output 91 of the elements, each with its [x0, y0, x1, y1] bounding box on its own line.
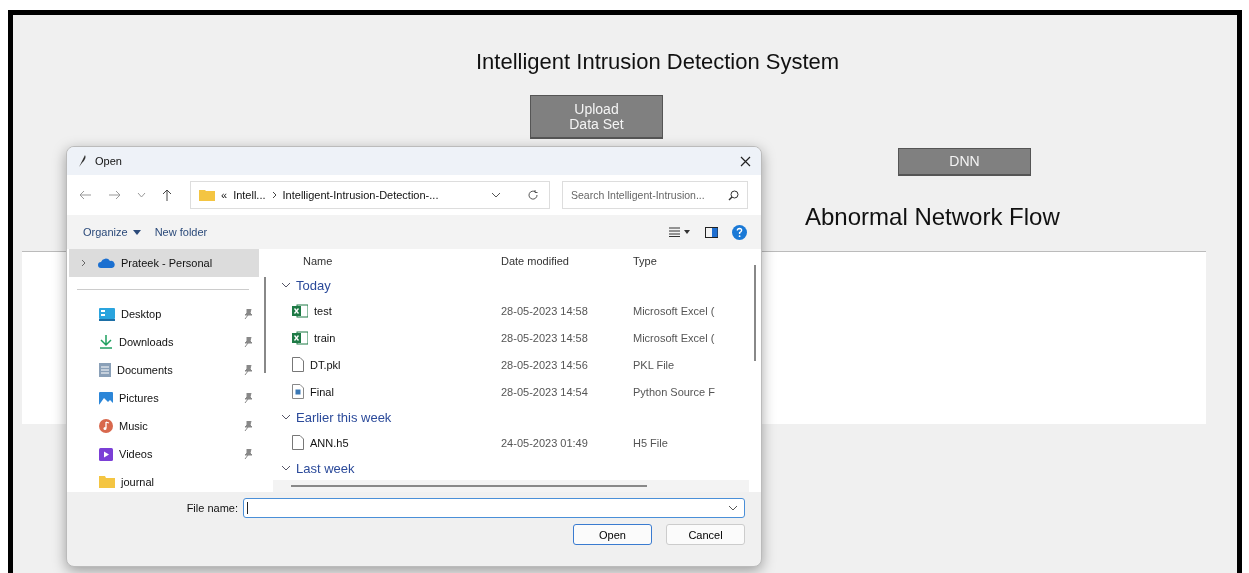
- file-type: H5 File: [632, 436, 669, 449]
- breadcrumb[interactable]: Intell...: [233, 189, 266, 201]
- search-icon: [728, 190, 739, 201]
- file-name-label: File name:: [186, 502, 238, 514]
- open-button[interactable]: Open: [573, 524, 652, 545]
- new-folder-button[interactable]: New folder: [154, 226, 208, 238]
- cloud-icon: [98, 258, 115, 268]
- section-title: Abnormal Network Flow: [805, 203, 1060, 231]
- video-icon: [99, 447, 113, 461]
- chevron-down-icon: [281, 465, 291, 471]
- chevron-down-icon[interactable]: [491, 192, 501, 198]
- chevron-down-icon[interactable]: [728, 505, 738, 511]
- sidebar-item[interactable]: journal: [67, 468, 259, 492]
- image-icon: [99, 391, 113, 405]
- spreadsheet-icon: [292, 303, 308, 318]
- date-modified: 28-05-2023 14:56: [500, 358, 589, 371]
- view-list-icon[interactable]: [669, 227, 691, 237]
- column-header[interactable]: Name: [271, 255, 495, 267]
- caret-icon: [132, 229, 141, 235]
- organize-menu[interactable]: Organize: [83, 226, 141, 238]
- spreadsheet-icon: [292, 330, 308, 345]
- back-arrow-icon[interactable]: [79, 190, 92, 200]
- search-field[interactable]: Search Intelligent-Intrusion...: [562, 181, 748, 209]
- chevron-down-icon: [281, 282, 291, 288]
- folder-icon: [99, 476, 115, 488]
- sidebar-item[interactable]: Pictures: [67, 384, 259, 412]
- app-title: Intelligent Intrusion Detection System: [476, 49, 840, 75]
- group-header[interactable]: Earlier this week: [271, 405, 749, 429]
- date-modified: 28-05-2023 14:58: [500, 331, 589, 344]
- help-icon[interactable]: [732, 224, 747, 240]
- pin-icon: [244, 421, 253, 431]
- sidebar-label: Desktop: [121, 308, 163, 320]
- preview-pane-icon[interactable]: [705, 226, 718, 238]
- dialog-title: Open: [95, 155, 122, 167]
- group-header[interactable]: Last week: [271, 456, 749, 480]
- sidebar-item[interactable]: Videos: [67, 440, 259, 468]
- cancel-button[interactable]: Cancel: [666, 524, 745, 545]
- sidebar-item[interactable]: Prateek - Personal: [69, 249, 259, 277]
- pin-icon: [244, 337, 253, 347]
- document-icon: [99, 363, 111, 377]
- sidebar-label: journal: [121, 476, 156, 488]
- download-arrow-icon: [99, 335, 113, 349]
- chevron-right-icon[interactable]: [81, 259, 86, 267]
- file-type: Microsoft Excel (: [632, 304, 716, 317]
- sidebar-item[interactable]: Documents: [67, 356, 259, 384]
- up-arrow-icon[interactable]: [162, 188, 172, 202]
- path-separator: «: [221, 189, 228, 201]
- music-note-icon: [99, 419, 113, 433]
- pin-icon: [244, 365, 253, 375]
- date-modified: 24-05-2023 01:49: [500, 436, 589, 449]
- sidebar-item[interactable]: Desktop: [67, 300, 259, 328]
- file-type: Python Source F: [632, 385, 716, 398]
- sidebar-label: Documents: [117, 364, 174, 376]
- forward-arrow-icon[interactable]: [108, 190, 121, 200]
- script-file-icon: [292, 384, 304, 399]
- file-icon: [292, 435, 304, 450]
- sidebar-label: Pictures: [119, 392, 160, 404]
- file-name[interactable]: Final: [271, 384, 495, 399]
- file-type: Microsoft Excel (: [632, 331, 716, 344]
- file-name[interactable]: test: [271, 303, 495, 318]
- pin-icon: [244, 449, 253, 459]
- file-name[interactable]: train: [271, 330, 495, 345]
- folder-icon: [199, 189, 215, 201]
- chevron-right-icon: [271, 191, 277, 199]
- desktop-icon: [99, 307, 115, 321]
- date-modified: 28-05-2023 14:54: [500, 385, 589, 398]
- chevron-down-icon: [281, 414, 291, 420]
- feather-icon: [77, 154, 87, 168]
- pin-icon: [244, 393, 253, 403]
- group-header[interactable]: Today: [271, 273, 749, 297]
- dnn-button[interactable]: DNN: [898, 148, 1031, 176]
- pin-icon: [244, 309, 253, 319]
- column-header[interactable]: Date modified: [495, 255, 627, 267]
- file-icon: [292, 357, 304, 372]
- refresh-icon[interactable]: [527, 189, 539, 201]
- sidebar-label: Videos: [119, 448, 154, 460]
- sidebar-label: Prateek - Personal: [121, 257, 214, 269]
- upload-button[interactable]: Upload Data Set: [530, 95, 663, 139]
- file-name[interactable]: ANN.h5: [271, 435, 495, 450]
- file-type: PKL File: [632, 358, 676, 371]
- sidebar-label: Downloads: [119, 336, 175, 348]
- sidebar-item[interactable]: Downloads: [67, 328, 259, 356]
- address-bar[interactable]: « Intell... Intelligent-Intrusion-Detection-...: [190, 181, 550, 209]
- file-name-field[interactable]: [243, 498, 745, 518]
- sidebar-label: Music: [119, 420, 149, 432]
- date-modified: 28-05-2023 14:58: [500, 304, 589, 317]
- file-name[interactable]: DT.pkl: [271, 357, 495, 372]
- close-icon[interactable]: [740, 155, 751, 167]
- column-header[interactable]: Type: [627, 255, 749, 267]
- breadcrumb[interactable]: Intelligent-Intrusion-Detection-...: [282, 189, 439, 201]
- sidebar-item[interactable]: Music: [67, 412, 259, 440]
